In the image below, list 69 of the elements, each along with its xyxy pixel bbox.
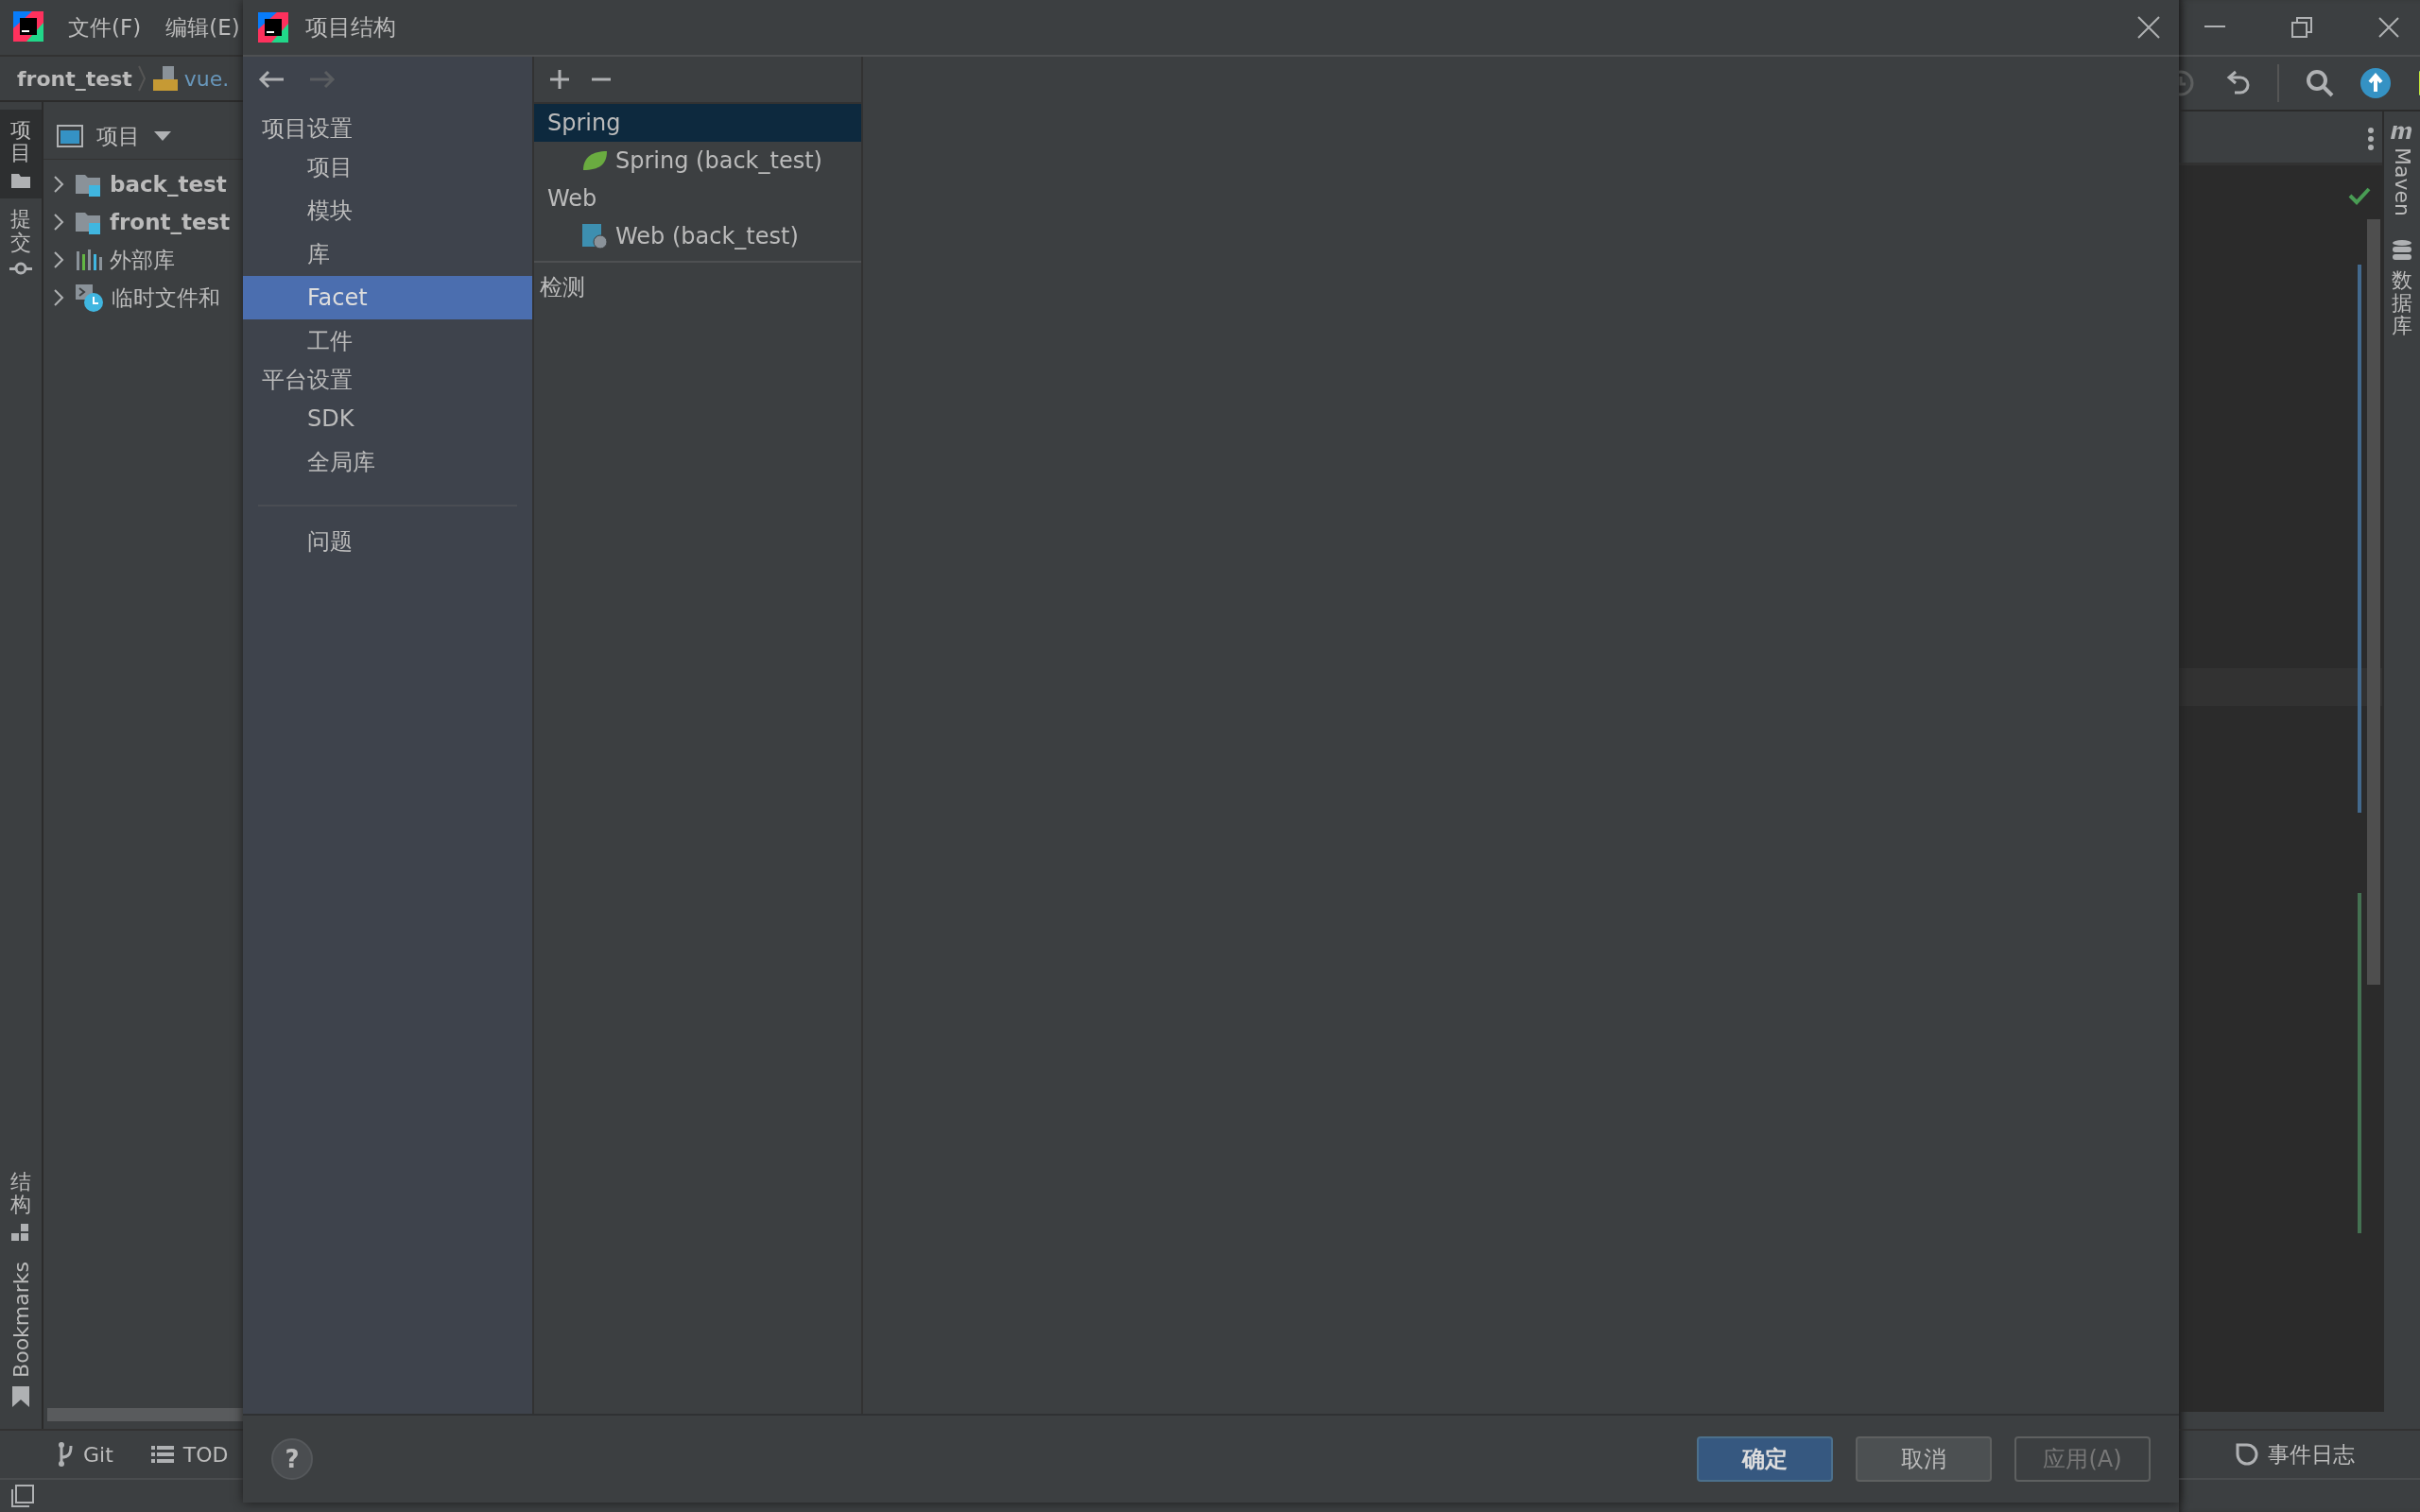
forward-icon xyxy=(309,70,336,89)
commit-icon xyxy=(9,261,32,275)
tree-item[interactable]: Web (back_test) xyxy=(615,223,799,249)
menu-item[interactable]: 编辑(E) xyxy=(162,12,243,43)
event-log-icon xyxy=(2236,1443,2258,1466)
tree-item[interactable]: 临时文件和 xyxy=(112,283,220,313)
add-icon[interactable] xyxy=(549,69,570,90)
check-icon xyxy=(2348,186,2371,205)
close-icon[interactable] xyxy=(2137,16,2160,39)
leaf-icon xyxy=(581,149,608,172)
structure-icon xyxy=(11,1224,30,1244)
dialog-button[interactable]: 取消 xyxy=(1856,1436,1992,1482)
tool-window-tab[interactable]: 结构 xyxy=(0,1160,42,1253)
bookmark-icon xyxy=(11,1385,30,1408)
branch-icon xyxy=(59,1442,74,1467)
section-heading: 项目设置 xyxy=(261,114,354,144)
app-logo-icon xyxy=(256,10,290,44)
folder-icon xyxy=(10,172,31,190)
js-file-icon xyxy=(150,64,180,93)
back-icon xyxy=(258,70,285,89)
help-button[interactable]: ? xyxy=(271,1438,313,1480)
database-icon xyxy=(2392,238,2412,262)
restore-icon[interactable] xyxy=(2291,17,2312,38)
detection-label[interactable]: 检测 xyxy=(540,274,585,301)
tool-window-button[interactable]: Git xyxy=(83,1442,113,1467)
tool-window-button[interactable]: TOD xyxy=(182,1442,229,1467)
list-icon xyxy=(150,1445,174,1464)
breadcrumb-separator-icon xyxy=(136,64,147,93)
tree-item[interactable]: Spring xyxy=(534,104,861,142)
tool-window-tab[interactable]: 提交 xyxy=(0,198,42,284)
tool-window-tab[interactable]: 项目 xyxy=(0,110,42,199)
nav-item[interactable]: SDK xyxy=(243,397,532,440)
window-icon xyxy=(57,125,83,147)
horizontal-scrollbar[interactable] xyxy=(47,1408,243,1421)
section-heading: 平台设置 xyxy=(261,366,354,395)
menu-item[interactable]: 文件(F) xyxy=(64,12,146,43)
dialog-button[interactable]: 确定 xyxy=(1697,1436,1833,1482)
web-module-icon xyxy=(581,223,608,249)
tree-item[interactable]: back_test xyxy=(110,172,227,197)
nav-item[interactable]: 工件 xyxy=(243,319,532,363)
nav-item[interactable]: 问题 xyxy=(243,520,532,563)
tool-window-tab[interactable]: Maven xyxy=(2390,147,2414,216)
tree-item[interactable]: front_test xyxy=(110,210,231,234)
more-options-icon[interactable] xyxy=(2367,127,2375,151)
toggle-panels-icon[interactable] xyxy=(11,1485,34,1507)
panel-title: 项目 xyxy=(96,122,140,150)
dialog-title: 项目结构 xyxy=(305,13,397,43)
scratch-file-icon xyxy=(74,283,104,313)
upload-icon[interactable] xyxy=(2360,68,2391,98)
tool-window-tab[interactable]: 数据库 xyxy=(2392,268,2412,338)
tree-item[interactable]: Web xyxy=(534,180,861,217)
undo-icon[interactable] xyxy=(2226,70,2251,96)
back-button[interactable] xyxy=(258,70,285,89)
breadcrumb-project[interactable]: front_test xyxy=(17,66,132,91)
tool-window-tab[interactable]: Bookmarks xyxy=(0,1252,42,1418)
minimize-icon[interactable] xyxy=(2204,26,2225,29)
nav-item[interactable]: Facet xyxy=(243,276,532,319)
event-log-button[interactable]: 事件日志 xyxy=(2268,1439,2355,1469)
tree-item[interactable]: Spring (back_test) xyxy=(615,147,822,174)
dropdown-caret-icon[interactable] xyxy=(153,130,172,142)
nav-item[interactable]: 项目 xyxy=(243,146,532,189)
nav-item[interactable]: 库 xyxy=(243,232,532,276)
close-icon[interactable] xyxy=(2378,17,2399,38)
vertical-scrollbar[interactable] xyxy=(2367,219,2380,985)
search-icon[interactable] xyxy=(2306,69,2334,97)
nav-item[interactable]: 模块 xyxy=(243,189,532,232)
breadcrumb-file[interactable]: vue. xyxy=(183,66,230,91)
nav-item[interactable]: 全局库 xyxy=(243,440,532,484)
tree-item[interactable]: 外部库 xyxy=(110,245,175,275)
